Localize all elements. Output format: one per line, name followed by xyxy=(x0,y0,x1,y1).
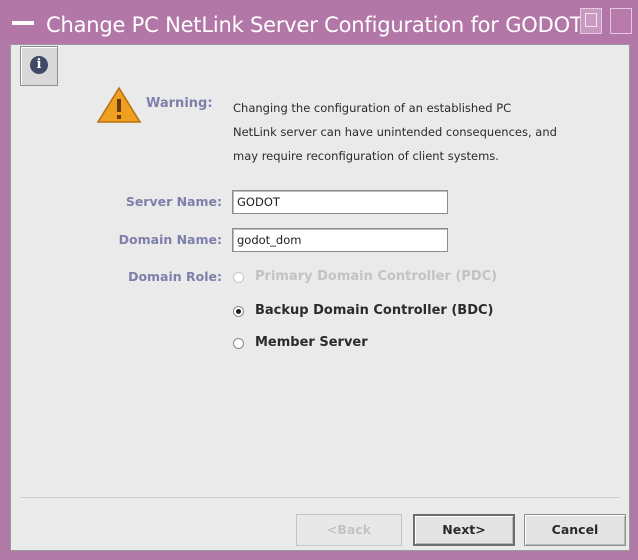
server-name-input[interactable]: GODOT xyxy=(232,190,448,214)
info-button[interactable]: i xyxy=(20,46,58,86)
cancel-button[interactable]: Cancel xyxy=(524,514,626,546)
footer-divider xyxy=(20,497,620,498)
warning-triangle-icon xyxy=(96,86,142,123)
close-button[interactable] xyxy=(610,8,632,34)
window-menu-icon[interactable] xyxy=(12,21,34,25)
warning-message: Changing the configuration of an establi… xyxy=(233,96,638,168)
window-title: Change PC NetLink Server Configuration f… xyxy=(46,13,583,37)
radio-member-button[interactable] xyxy=(233,338,244,349)
warning-line: NetLink server can have unintended conse… xyxy=(233,125,557,139)
maximize-button[interactable] xyxy=(580,8,602,34)
domain-role-label: Domain Role: xyxy=(128,269,222,284)
domain-name-label: Domain Name: xyxy=(118,232,222,247)
dialog-window: Change PC NetLink Server Configuration f… xyxy=(0,0,638,560)
warning-line: may require reconfiguration of client sy… xyxy=(233,149,499,163)
title-bar[interactable]: Change PC NetLink Server Configuration f… xyxy=(0,0,638,44)
radio-bdc-button[interactable] xyxy=(233,306,244,317)
warning-line: Changing the configuration of an establi… xyxy=(233,101,512,115)
radio-bdc-label: Backup Domain Controller (BDC) xyxy=(255,303,494,318)
info-icon: i xyxy=(30,56,48,74)
server-name-label: Server Name: xyxy=(125,194,222,209)
next-button[interactable]: Next> xyxy=(413,514,515,546)
domain-name-input[interactable]: godot_dom xyxy=(232,228,448,252)
radio-member-label: Member Server xyxy=(255,335,368,350)
radio-pdc-button[interactable] xyxy=(233,272,244,283)
warning-label: Warning: xyxy=(146,96,213,111)
maximize-icon xyxy=(585,13,597,27)
back-button[interactable]: <Back xyxy=(296,514,402,546)
radio-pdc-label: Primary Domain Controller (PDC) xyxy=(255,269,498,284)
